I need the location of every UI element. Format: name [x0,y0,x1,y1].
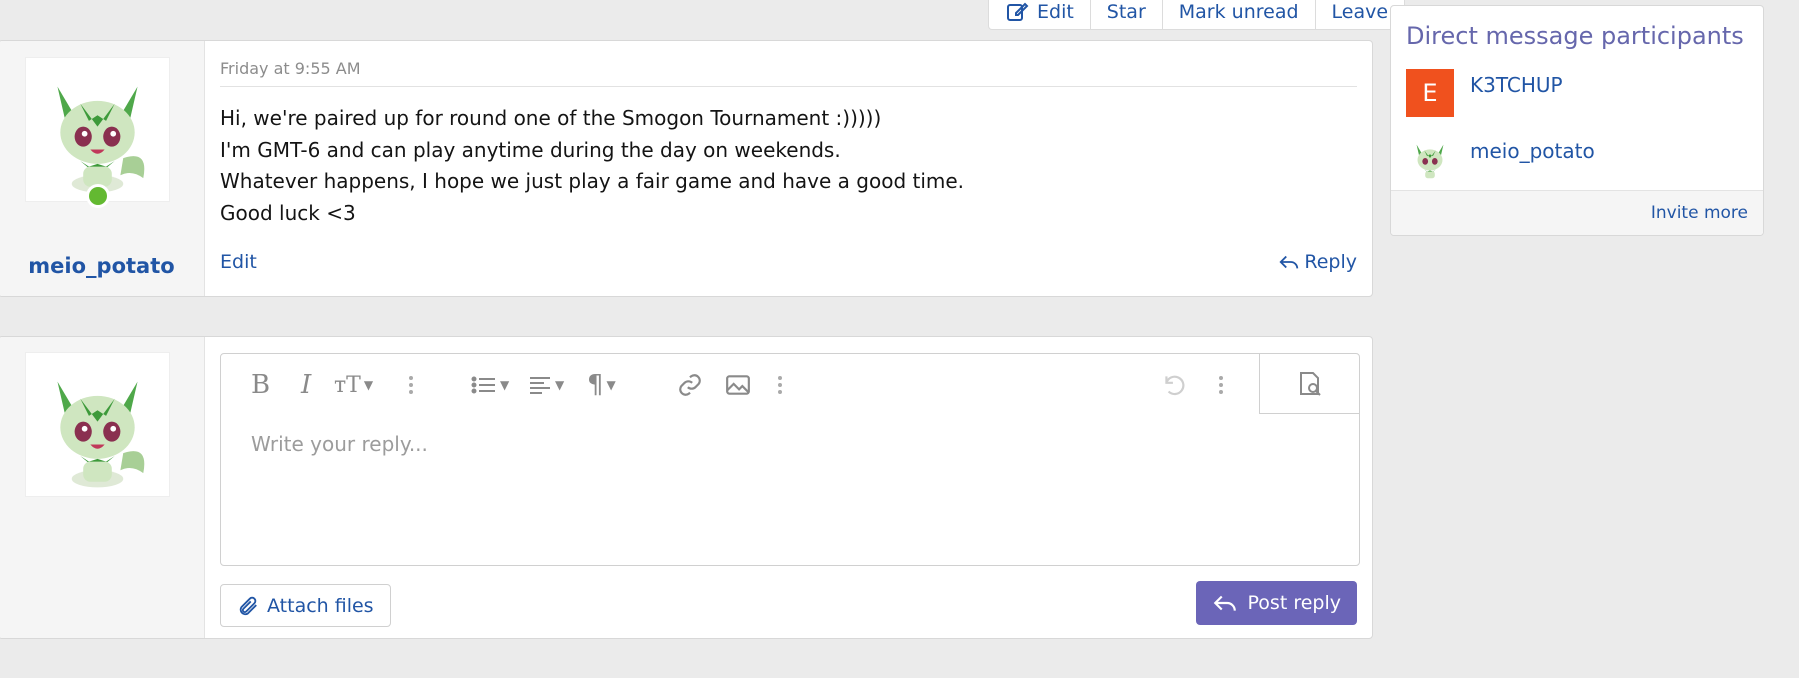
online-indicator [86,184,110,208]
participant-item[interactable]: meio_potato [1406,135,1595,183]
mark-unread-label: Mark unread [1178,0,1299,23]
more-icon[interactable] [408,370,414,400]
message-line: Good luck <3 [220,200,356,225]
reply-main: B I ᴛT ▼ ▼ ▼ ¶ ▼ Write your reply... Attac… [205,337,1372,638]
mark-unread-button[interactable]: Mark unread [1161,0,1315,29]
message-edit-link[interactable]: Edit [220,251,257,273]
message-date[interactable]: Friday at 9:55 AM [220,59,361,78]
sidebar-footer: Invite more [1391,190,1763,235]
italic-icon[interactable]: I [301,370,311,400]
attach-files-button[interactable]: Attach files [220,584,391,627]
star-label: Star [1106,0,1146,23]
participant-item[interactable]: E K3TCHUP [1406,69,1563,117]
more-icon[interactable] [1218,370,1224,400]
participant-avatar[interactable]: E [1406,69,1454,117]
participant-name[interactable]: K3TCHUP [1470,73,1563,97]
avatar[interactable] [25,57,170,202]
link-icon[interactable] [677,370,703,400]
undo-icon[interactable] [1161,370,1187,400]
invite-more-link[interactable]: Invite more [1651,203,1748,223]
participant-avatar[interactable] [1406,135,1454,183]
reply-icon [1279,255,1299,269]
message-author[interactable]: meio_potato [0,254,204,278]
preview-button[interactable] [1259,354,1359,414]
message-user-column: meio_potato [0,41,205,296]
reply-user-column [0,337,205,638]
message: meio_potato Friday at 9:55 AM Hi, we're … [0,40,1373,297]
message-line: Hi, we're paired up for round one of the… [220,106,882,130]
star-button[interactable]: Star [1089,0,1162,29]
edit-icon [1007,2,1029,21]
quick-reply: B I ᴛT ▼ ▼ ▼ ¶ ▼ Write your reply... Attac… [0,336,1373,639]
more-icon[interactable] [777,370,783,400]
paragraph-icon[interactable]: ¶ ▼ [587,370,616,400]
message-body: Hi, we're paired up for round one of the… [220,103,964,229]
online-dot [89,187,107,205]
edit-conversation-label: Edit [1037,0,1074,23]
cat-avatar-icon [1416,144,1444,179]
participants-sidebar: Direct message participants E K3TCHUP me… [1390,5,1764,236]
reply-placeholder: Write your reply... [251,432,428,456]
message-line: I'm GMT-6 and can play anytime during th… [220,137,841,162]
post-reply-label: Post reply [1247,592,1341,614]
list-icon[interactable]: ▼ [471,370,509,400]
message-main: Friday at 9:55 AM Hi, we're paired up fo… [205,41,1372,296]
reply-editor[interactable]: B I ᴛT ▼ ▼ ▼ ¶ ▼ Write your reply... [220,353,1360,566]
paperclip-icon [239,596,257,615]
sidebar-title: Direct message participants [1406,22,1744,50]
post-reply-button[interactable]: Post reply [1195,581,1357,625]
message-reply-button[interactable]: Reply [1278,251,1357,273]
image-icon[interactable] [725,370,751,400]
reply-label: Reply [1304,251,1357,273]
align-icon[interactable]: ▼ [528,370,564,400]
leave-label: Leave [1331,0,1389,23]
conversation-actions: Edit Star Mark unread Leave [988,0,1406,30]
cat-avatar-icon [57,86,145,193]
participant-name[interactable]: meio_potato [1470,139,1595,163]
avatar[interactable] [25,352,170,497]
message-line: Whatever happens, I hope we just play a … [220,169,965,193]
message-divider [220,86,1357,87]
text-size-icon[interactable]: ᴛT ▼ [334,370,373,400]
preview-icon [1299,371,1321,396]
edit-conversation-button[interactable]: Edit [989,0,1090,29]
cat-avatar-icon [57,381,145,488]
reply-icon [1213,595,1236,611]
bold-icon[interactable]: B [251,370,270,400]
editor-toolbar: B I ᴛT ▼ ▼ ▼ ¶ ▼ [221,354,1359,414]
attach-files-label: Attach files [267,594,374,617]
